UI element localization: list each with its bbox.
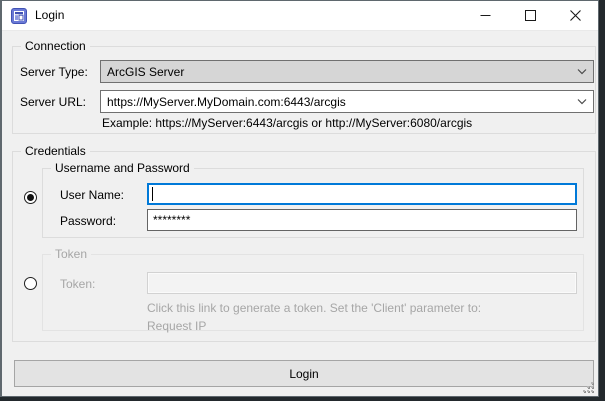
password-input[interactable] bbox=[147, 209, 577, 231]
server-type-value: ArcGIS Server bbox=[101, 65, 571, 79]
server-type-dropdown[interactable]: ArcGIS Server bbox=[100, 60, 594, 83]
window-title: Login bbox=[35, 1, 64, 30]
text-cursor bbox=[152, 187, 153, 201]
login-button[interactable]: Login bbox=[14, 360, 594, 387]
close-button[interactable] bbox=[553, 1, 598, 30]
caption-buttons bbox=[463, 1, 598, 30]
app-form-icon bbox=[11, 8, 27, 24]
token-group-label: Token bbox=[51, 247, 91, 262]
login-dialog: Login Connection Server Type: ArcGIS Ser… bbox=[0, 0, 599, 397]
connection-group-label: Connection bbox=[21, 39, 90, 54]
server-type-label: Server Type: bbox=[20, 65, 88, 79]
server-url-combobox[interactable]: https://MyServer.MyDomain.com:6443/arcgi… bbox=[100, 90, 594, 113]
minimize-button[interactable] bbox=[463, 1, 508, 30]
token-client-value: Request IP bbox=[147, 319, 206, 333]
maximize-button[interactable] bbox=[508, 1, 553, 30]
password-label: Password: bbox=[60, 214, 116, 228]
token-label: Token: bbox=[60, 277, 95, 291]
username-password-group-label: Username and Password bbox=[51, 161, 194, 176]
server-url-label: Server URL: bbox=[20, 95, 86, 109]
token-help-text: Click this link to generate a token. Set… bbox=[147, 301, 481, 315]
screen: Login Connection Server Type: ArcGIS Ser… bbox=[0, 0, 605, 401]
resize-grip-icon[interactable] bbox=[583, 382, 595, 394]
credentials-group-label: Credentials bbox=[21, 144, 90, 159]
username-label: User Name: bbox=[60, 188, 124, 202]
maximize-icon bbox=[525, 10, 536, 21]
close-icon bbox=[570, 10, 581, 21]
chevron-down-icon bbox=[571, 99, 593, 105]
token-radio[interactable] bbox=[24, 277, 37, 290]
titlebar[interactable]: Login bbox=[2, 1, 598, 31]
server-url-example-text: Example: https://MyServer:6443/arcgis or… bbox=[102, 116, 472, 130]
minimize-icon bbox=[480, 10, 491, 21]
username-password-radio[interactable] bbox=[24, 191, 37, 204]
server-url-value: https://MyServer.MyDomain.com:6443/arcgi… bbox=[101, 95, 571, 109]
token-input[interactable] bbox=[147, 272, 577, 294]
username-input[interactable] bbox=[147, 183, 577, 205]
chevron-down-icon bbox=[571, 69, 593, 75]
